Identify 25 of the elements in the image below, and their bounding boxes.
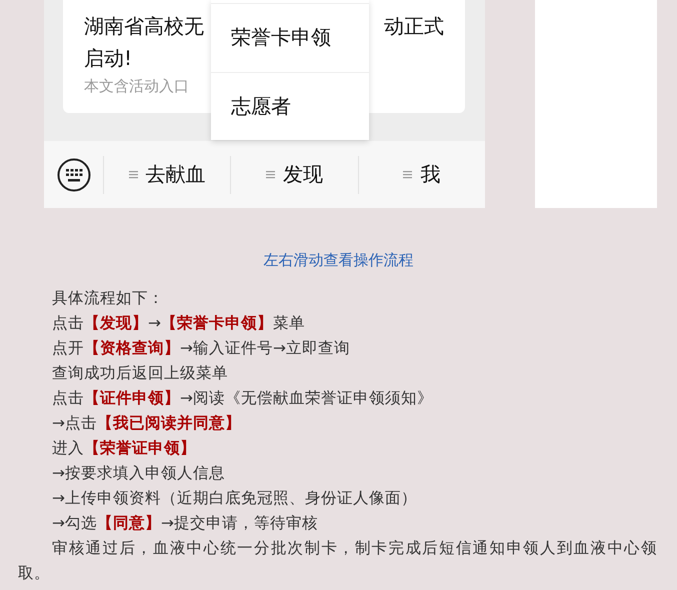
caption: 左右滑动查看操作流程 <box>262 250 414 271</box>
menu-icon <box>403 170 412 179</box>
paragraph: →点击【我已阅读并同意】 <box>51 413 242 434</box>
paragraph: 审核通过后，血液中心统一分批次制卡，制卡完成后短信通知申领人到血液中心领取。 <box>18 538 657 584</box>
paragraph: 查询成功后返回上级菜单 <box>51 363 229 384</box>
paragraph: 具体流程如下： <box>51 288 165 309</box>
paragraph: 点击【证件申领】→阅读《无偿献血荣誉证申领须知》 <box>51 388 434 409</box>
article-title: 湖南省高校无 <box>84 13 204 40</box>
paragraph: →按要求填入申领人信息 <box>51 463 226 484</box>
paragraph: 进入【荣誉证申领】 <box>51 438 197 459</box>
paragraph: 点开【资格查询】→输入证件号→立即查询 <box>51 338 351 359</box>
menu-button[interactable]: 发现 <box>231 156 359 194</box>
paragraph: →勾选【同意】→提交申请，等待审核 <box>51 513 319 534</box>
keyboard-icon[interactable] <box>56 158 90 192</box>
menu-item[interactable]: 志愿者 <box>211 72 369 140</box>
menu-button[interactable]: 我 <box>358 156 485 194</box>
article-title: 动正式 <box>384 13 444 40</box>
paragraph: 点击【发现】→【荣誉卡申领】菜单 <box>51 313 306 334</box>
article-summary: 本文含活动入口 <box>84 76 189 97</box>
menu-icon <box>128 170 138 179</box>
menu-button[interactable]: 去献血 <box>104 156 232 194</box>
paragraph: →上传申领资料（近期白底免冠照、身份证人像面） <box>51 488 418 509</box>
menu-icon <box>266 170 275 179</box>
article-title: 启动! <box>84 45 132 72</box>
menu-item[interactable]: 荣誉卡申领 <box>211 3 369 72</box>
